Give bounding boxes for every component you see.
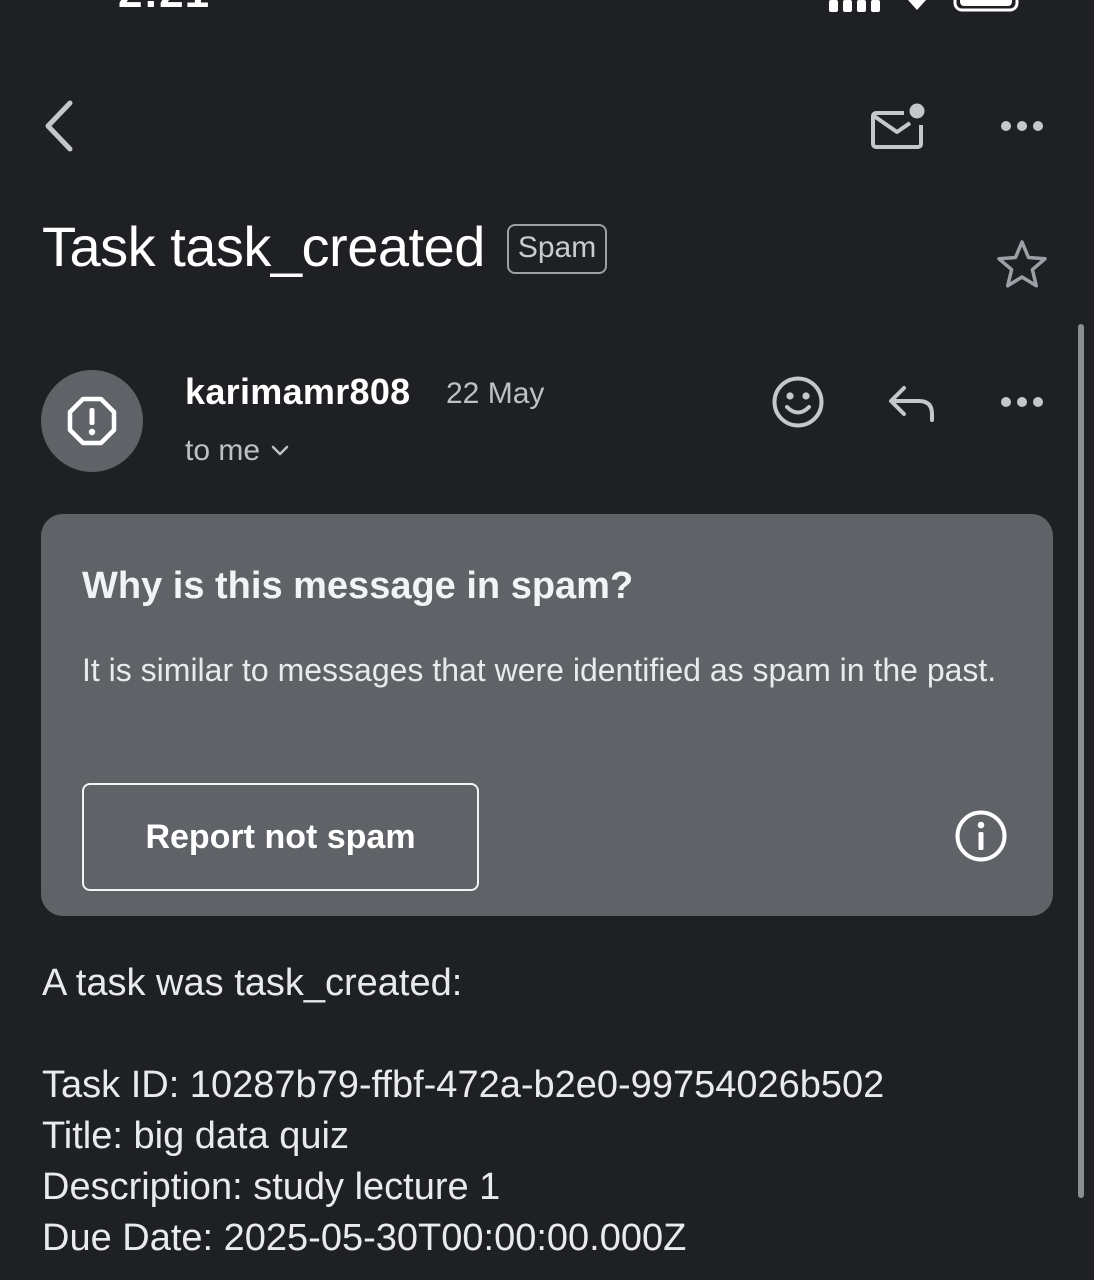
body-task-title: Title: big data quiz xyxy=(42,1115,349,1157)
email-body: A task was task_created: Task ID: 10287b… xyxy=(42,958,884,1264)
chevron-down-icon xyxy=(271,445,289,456)
reply-button[interactable] xyxy=(880,372,944,436)
scrollbar[interactable] xyxy=(1078,324,1084,1198)
smiley-icon xyxy=(772,376,824,428)
mark-unread-button[interactable] xyxy=(862,94,938,158)
star-icon xyxy=(997,240,1047,288)
body-task-due-date: Due Date: 2025-05-30T00:00:00.000Z xyxy=(42,1217,687,1259)
message-more-options-button[interactable] xyxy=(990,378,1054,426)
reply-icon xyxy=(889,386,934,422)
more-horizontal-icon xyxy=(1001,121,1043,131)
spam-warning-title: Why is this message in spam? xyxy=(82,565,634,607)
more-horizontal-icon xyxy=(1001,397,1043,407)
add-reaction-button[interactable] xyxy=(766,370,830,434)
spam-label-badge[interactable]: Spam xyxy=(506,223,608,274)
sender-name[interactable]: karimamr808 xyxy=(185,371,410,413)
wifi-icon xyxy=(908,0,926,10)
spam-warning-text: It is similar to messages that were iden… xyxy=(82,652,997,688)
mail-unread-icon xyxy=(871,103,925,149)
spam-warning-card: Why is this message in spam? It is simil… xyxy=(41,514,1053,916)
email-view-screen: 2:21 Task task_created Spam xyxy=(0,0,1094,1280)
body-task-description: Description: study lecture 1 xyxy=(42,1166,501,1208)
chevron-left-icon xyxy=(45,100,73,152)
body-intro: A task was task_created: xyxy=(42,962,463,1004)
sender-avatar[interactable] xyxy=(41,370,143,472)
more-options-button[interactable] xyxy=(990,100,1054,152)
email-date: 22 May xyxy=(446,377,545,410)
body-task-id: Task ID: 10287b79-ffbf-472a-b2e0-9975402… xyxy=(42,1064,885,1106)
alert-octagon-icon xyxy=(67,396,117,446)
back-button[interactable] xyxy=(28,92,88,160)
recipient-details-toggle[interactable]: to me xyxy=(185,434,290,468)
cellular-signal-icon xyxy=(829,0,880,12)
status-time: 2:21 xyxy=(118,0,210,18)
battery-icon xyxy=(953,0,1019,12)
report-not-spam-button[interactable]: Report not spam xyxy=(82,783,479,891)
star-button[interactable] xyxy=(990,232,1054,296)
spam-info-button[interactable] xyxy=(951,806,1011,866)
email-subject: Task task_created xyxy=(42,215,485,278)
subject-row: Task task_created Spam xyxy=(42,214,608,279)
body-blank-line xyxy=(42,1009,884,1060)
info-icon xyxy=(955,810,1007,862)
recipient-label: to me xyxy=(185,434,261,467)
